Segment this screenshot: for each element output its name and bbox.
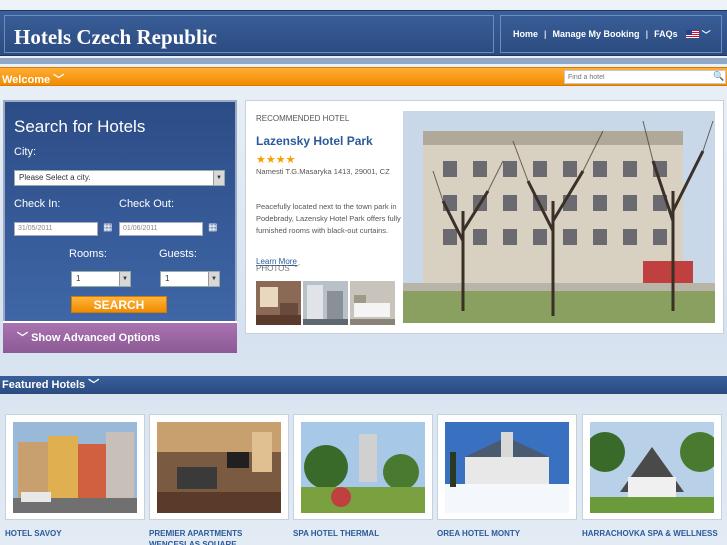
nav-manage-booking[interactable]: Manage My Booking — [553, 29, 640, 39]
guests-label: Guests: — [159, 248, 197, 260]
rooms-select[interactable]: 1 ▼ — [71, 271, 131, 287]
find-hotel-input[interactable] — [564, 70, 726, 84]
checkin-label: Check In: — [14, 198, 61, 210]
recommended-hotel-photo[interactable] — [403, 111, 715, 323]
checkout-label: Check Out: — [119, 198, 175, 210]
recommended-hotel-name[interactable]: Lazensky Hotel Park — [256, 134, 373, 148]
featured-hotel-name[interactable]: HARRACHOVKA SPA & WELLNESS — [582, 528, 727, 539]
search-panel: Search for Hotels City: Please Select a … — [3, 100, 237, 323]
hotel-image — [13, 422, 137, 513]
dropdown-arrow-icon: ▼ — [213, 171, 224, 185]
checkout-input[interactable]: 01/06/2011 — [119, 222, 203, 236]
top-nav: Home | Manage My Booking | FAQs ﹀ — [500, 15, 722, 53]
city-select-value: Please Select a city. — [19, 173, 91, 182]
hotel-image — [445, 422, 569, 513]
hotel-image — [301, 422, 425, 513]
search-button[interactable]: SEARCH — [71, 296, 167, 313]
logo-box: Hotels Czech Republic — [4, 15, 494, 53]
nav-separator: | — [544, 29, 547, 39]
calendar-icon[interactable]: ▦ — [208, 222, 217, 233]
chevron-down-icon[interactable]: ﹀ — [702, 28, 711, 41]
dropdown-arrow-icon: ▼ — [208, 272, 219, 286]
chevron-down-icon: ﹀ — [53, 74, 65, 86]
city-select[interactable]: Please Select a city. ▼ — [14, 170, 225, 186]
search-title: Search for Hotels — [14, 117, 146, 136]
featured-hotel-name[interactable]: OREA HOTEL MONTY — [437, 528, 577, 539]
featured-hotel-card[interactable] — [293, 414, 433, 520]
hotel-address: Namesti T.G.Masaryka 1413, 29001, CZ — [256, 167, 390, 176]
nav-home[interactable]: Home — [513, 29, 538, 39]
hotel-image — [590, 422, 714, 513]
city-label: City: — [14, 146, 36, 158]
featured-title: Featured Hotels — [2, 379, 86, 391]
featured-hotel-name[interactable]: SPA HOTEL THERMAL — [293, 528, 433, 539]
advanced-options-toggle[interactable]: ﹀ Show Advanced Options — [3, 321, 237, 353]
featured-hotels-bar[interactable]: Featured Hotels ﹀ — [0, 376, 727, 394]
featured-hotel-card[interactable] — [149, 414, 289, 520]
welcome-title[interactable]: Welcome ﹀ — [2, 71, 64, 87]
featured-hotel-card[interactable] — [437, 414, 577, 520]
featured-hotel-name[interactable]: PREMIER APARTMENTS WENCESLAS SQUARE — [149, 528, 289, 545]
chevron-down-icon: ﹀ — [88, 379, 100, 391]
nav-separator: | — [645, 29, 649, 39]
featured-hotel-card[interactable] — [582, 414, 722, 520]
site-header: Hotels Czech Republic Home | Manage My B… — [0, 10, 727, 56]
search-icon[interactable]: 🔍 — [713, 71, 724, 82]
photos-toggle[interactable]: PHOTOS ﹀ — [256, 263, 300, 274]
dropdown-arrow-icon: ▼ — [119, 272, 130, 286]
rooms-select-value: 1 — [76, 274, 81, 283]
calendar-icon[interactable]: ▦ — [103, 222, 112, 233]
rooms-label: Rooms: — [69, 248, 107, 260]
star-rating: ★★★★ — [256, 154, 296, 166]
guests-select-value: 1 — [165, 274, 170, 283]
header-strip — [0, 58, 727, 64]
hotel-description: Peacefully located next to the town park… — [256, 202, 401, 235]
hotel-photo-thumbnail[interactable] — [303, 281, 348, 325]
recommended-label: RECOMMENDED HOTEL — [256, 114, 350, 123]
advanced-options-label: Show Advanced Options — [31, 332, 161, 344]
chevron-down-icon: ﹀ — [17, 332, 28, 344]
hotel-image — [157, 422, 281, 513]
featured-hotel-card[interactable] — [5, 414, 145, 520]
checkin-input[interactable]: 31/05/2011 — [14, 222, 98, 236]
chevron-down-icon: ﹀ — [291, 264, 300, 273]
site-logo[interactable]: Hotels Czech Republic — [14, 25, 217, 50]
hotel-photo-thumbnail[interactable] — [350, 281, 395, 325]
guests-select[interactable]: 1 ▼ — [160, 271, 220, 287]
welcome-bar: Welcome ﹀ 🔍 — [0, 67, 727, 86]
featured-hotel-name[interactable]: HOTEL SAVOY — [5, 528, 145, 539]
hotel-photo-thumbnail[interactable] — [256, 281, 301, 325]
nav-faqs[interactable]: FAQs — [654, 29, 678, 39]
us-flag-icon[interactable] — [685, 30, 699, 38]
